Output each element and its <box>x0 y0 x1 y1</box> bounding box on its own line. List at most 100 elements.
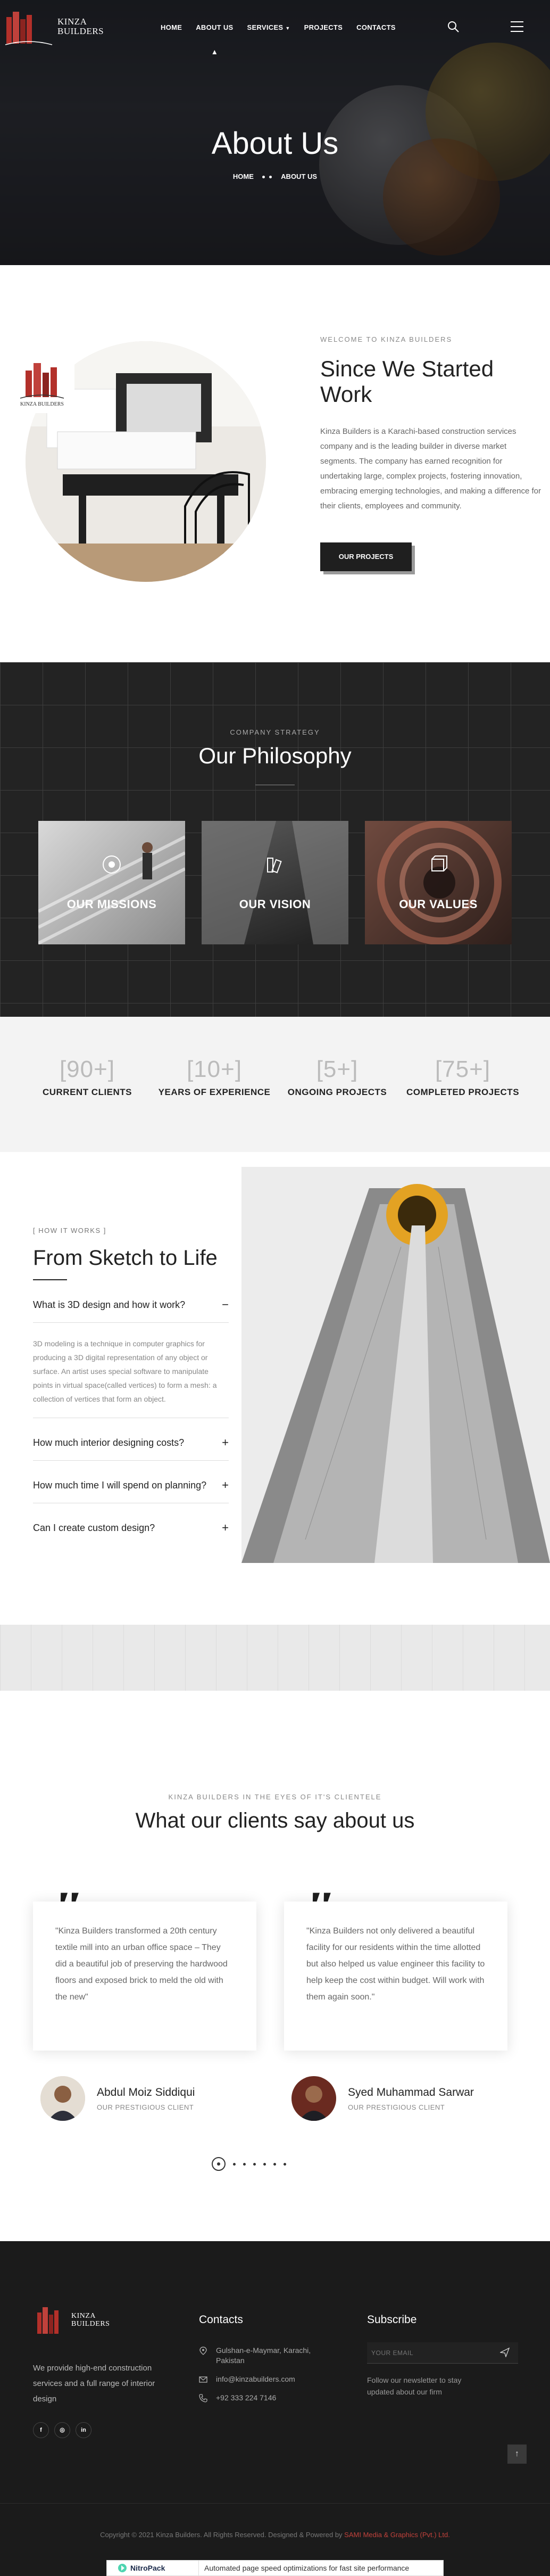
testimonials-title: What our clients say about us <box>135 1809 415 1832</box>
facebook-icon[interactable]: f <box>33 2422 49 2438</box>
instagram-icon[interactable]: ◎ <box>54 2422 70 2438</box>
philosophy-title: Our Philosophy <box>198 743 352 768</box>
nav-contacts[interactable]: CONTACTS <box>356 23 396 31</box>
contact-phone[interactable]: +92 333 224 7146 <box>199 2393 337 2403</box>
pagination-dot[interactable] <box>253 2162 256 2166</box>
footer-logo[interactable]: KINZA BUILDERS <box>35 2305 110 2335</box>
testimonial-card: "Kinza Builders transformed a 20th centu… <box>33 1902 256 2051</box>
nitropack-logo: NitroPack <box>107 2561 198 2575</box>
footer-description: We provide high-end construction service… <box>33 2364 155 2404</box>
logo-wordmark: KINZA BUILDERS <box>57 17 104 36</box>
contact-email[interactable]: info@kinzabuilders.com <box>199 2374 337 2384</box>
nitropack-logo-text: NitroPack <box>130 2564 165 2572</box>
card-label: OUR MISSIONS <box>66 898 157 911</box>
faq-question-text: How much time I will spend on planning? <box>33 1480 207 1491</box>
expand-icon: + <box>222 1478 229 1492</box>
collapse-icon: − <box>222 1298 229 1311</box>
pagination-dot[interactable] <box>263 2162 266 2166</box>
blueprint-strip <box>0 1625 550 1691</box>
breadcrumb-separator <box>262 176 265 179</box>
linkedin-icon[interactable]: in <box>76 2422 91 2438</box>
nav-services-label: SERVICES <box>247 23 284 31</box>
about-title: Since We Started Work <box>320 356 494 407</box>
faq-question-text: Can I create custom design? <box>33 1522 155 1533</box>
strip-lines <box>0 1625 550 1691</box>
logo-line1: KINZA <box>71 2312 96 2320</box>
expand-icon: + <box>222 1521 229 1534</box>
hero-section: KINZA BUILDERS HOME ABOUT US SERVICES ▼ P… <box>0 0 550 265</box>
escalator-tower-image <box>241 1167 550 1563</box>
site-logo[interactable]: KINZA BUILDERS <box>4 7 104 46</box>
cube-icon <box>431 855 447 871</box>
testimonials-eyebrow: KINZA BUILDERS IN THE EYES OF IT'S CLIEN… <box>168 1793 382 1801</box>
stat-label: COMPLETED PROJECTS <box>406 1087 520 1097</box>
faq-underline <box>33 1279 67 1280</box>
footer-logo-text: KINZA BUILDERS <box>71 2312 110 2328</box>
nitropack-badge[interactable]: NitroPack Automated page speed optimizat… <box>106 2560 444 2576</box>
chevron-down-icon: ▼ <box>285 26 290 31</box>
spiral-staircase-image <box>377 821 502 944</box>
about-small-logo-text: KINZA BUILDERS <box>20 401 64 407</box>
faq-question-text: How much interior designing costs? <box>33 1437 185 1448</box>
pagination-dot[interactable] <box>284 2162 286 2166</box>
about-eyebrow: WELCOME TO KINZA BUILDERS <box>320 335 453 343</box>
our-projects-button[interactable]: OUR PROJECTS <box>320 542 412 571</box>
stat-years-experience: [10+] YEARS OF EXPERIENCE <box>151 1056 278 1098</box>
logo-line2: BUILDERS <box>57 26 104 36</box>
testimonial-quote: "Kinza Builders transformed a 20th centu… <box>55 1927 228 2002</box>
card-label: OUR VALUES <box>399 898 478 911</box>
pagination-dot[interactable] <box>273 2162 276 2166</box>
testimonial-author: Syed Muhammad Sarwar OUR PRESTIGIOUS CLI… <box>291 2076 474 2121</box>
nav-services[interactable]: SERVICES ▼ <box>247 23 290 31</box>
nav-about-us[interactable]: ABOUT US <box>196 23 233 31</box>
stat-value: [5+] <box>316 1056 359 1082</box>
logo-line2: BUILDERS <box>71 2320 110 2328</box>
copyright: Copyright © 2021 Kinza Builders. All Rig… <box>0 2531 550 2539</box>
faq-question-costs[interactable]: How much interior designing costs? + <box>33 1437 229 1449</box>
credit-link[interactable]: SAMI Media & Graphics (Pvt.) Ltd. <box>344 2531 450 2539</box>
pagination-dot[interactable] <box>243 2162 246 2166</box>
pagination-dot-active[interactable] <box>212 2157 226 2171</box>
breadcrumb-home[interactable]: HOME <box>233 172 254 180</box>
author-role: OUR PRESTIGIOUS CLIENT <box>97 2103 194 2111</box>
location-pin-icon <box>199 2347 207 2355</box>
search-icon[interactable] <box>447 20 460 33</box>
subscribe-email-input[interactable] <box>367 2342 518 2364</box>
faq-title: From Sketch to Life <box>33 1246 218 1270</box>
faq-question-planning[interactable]: How much time I will spend on planning? … <box>33 1478 229 1492</box>
nitropack-text: Automated page speed optimizations for f… <box>198 2561 443 2575</box>
target-icon <box>103 855 121 874</box>
stat-completed-projects: [75+] COMPLETED PROJECTS <box>399 1056 527 1098</box>
breadcrumb: HOME ABOUT US <box>0 172 550 180</box>
about-content: WELCOME TO KINZA BUILDERS Since We Start… <box>320 335 543 571</box>
back-to-top-button[interactable]: ↑ <box>507 2445 527 2464</box>
about-body: Kinza Builders is a Karachi-based constr… <box>320 427 541 511</box>
contact-address: Gulshan-e-Maymar, Karachi, Pakistan <box>199 2345 337 2366</box>
email-icon <box>199 2376 207 2383</box>
stats-section: [90+] CURRENT CLIENTS [10+] YEARS OF EXP… <box>0 1017 550 1152</box>
faq-question-custom-design[interactable]: Can I create custom design? + <box>33 1522 229 1534</box>
slider-pagination <box>212 2157 286 2171</box>
faq-question-text: What is 3D design and how it work? <box>33 1299 186 1310</box>
stat-label: ONGOING PROJECTS <box>287 1087 387 1097</box>
faq-question-3d-design[interactable]: What is 3D design and how it work? − <box>33 1299 229 1311</box>
copyright-text: Copyright © 2021 Kinza Builders. All Rig… <box>100 2531 345 2539</box>
subscribe-heading: Subscribe <box>367 2314 417 2326</box>
faq-eyebrow: [ HOW IT WORKS ] <box>33 1227 106 1234</box>
author-name: Syed Muhammad Sarwar <box>348 2086 474 2098</box>
send-icon[interactable] <box>500 2348 510 2357</box>
hamburger-icon[interactable] <box>511 21 523 32</box>
nav-home[interactable]: HOME <box>161 23 182 31</box>
card-our-values[interactable]: OUR VALUES <box>365 821 512 944</box>
nav-projects[interactable]: PROJECTS <box>304 23 343 31</box>
card-our-vision[interactable]: OUR VISION <box>202 821 348 944</box>
page-title: About Us <box>211 126 339 161</box>
faq-answer: 3D modeling is a technique in computer g… <box>33 1339 217 1403</box>
author-role: OUR PRESTIGIOUS CLIENT <box>348 2103 445 2111</box>
staircase-image <box>38 835 185 944</box>
pagination-dot[interactable] <box>233 2162 236 2166</box>
card-our-missions[interactable]: OUR MISSIONS <box>38 821 185 944</box>
nitropack-icon <box>118 2564 127 2572</box>
stat-label: CURRENT CLIENTS <box>42 1087 132 1097</box>
testimonial-card: "Kinza Builders not only delivered a bea… <box>284 1902 507 2051</box>
